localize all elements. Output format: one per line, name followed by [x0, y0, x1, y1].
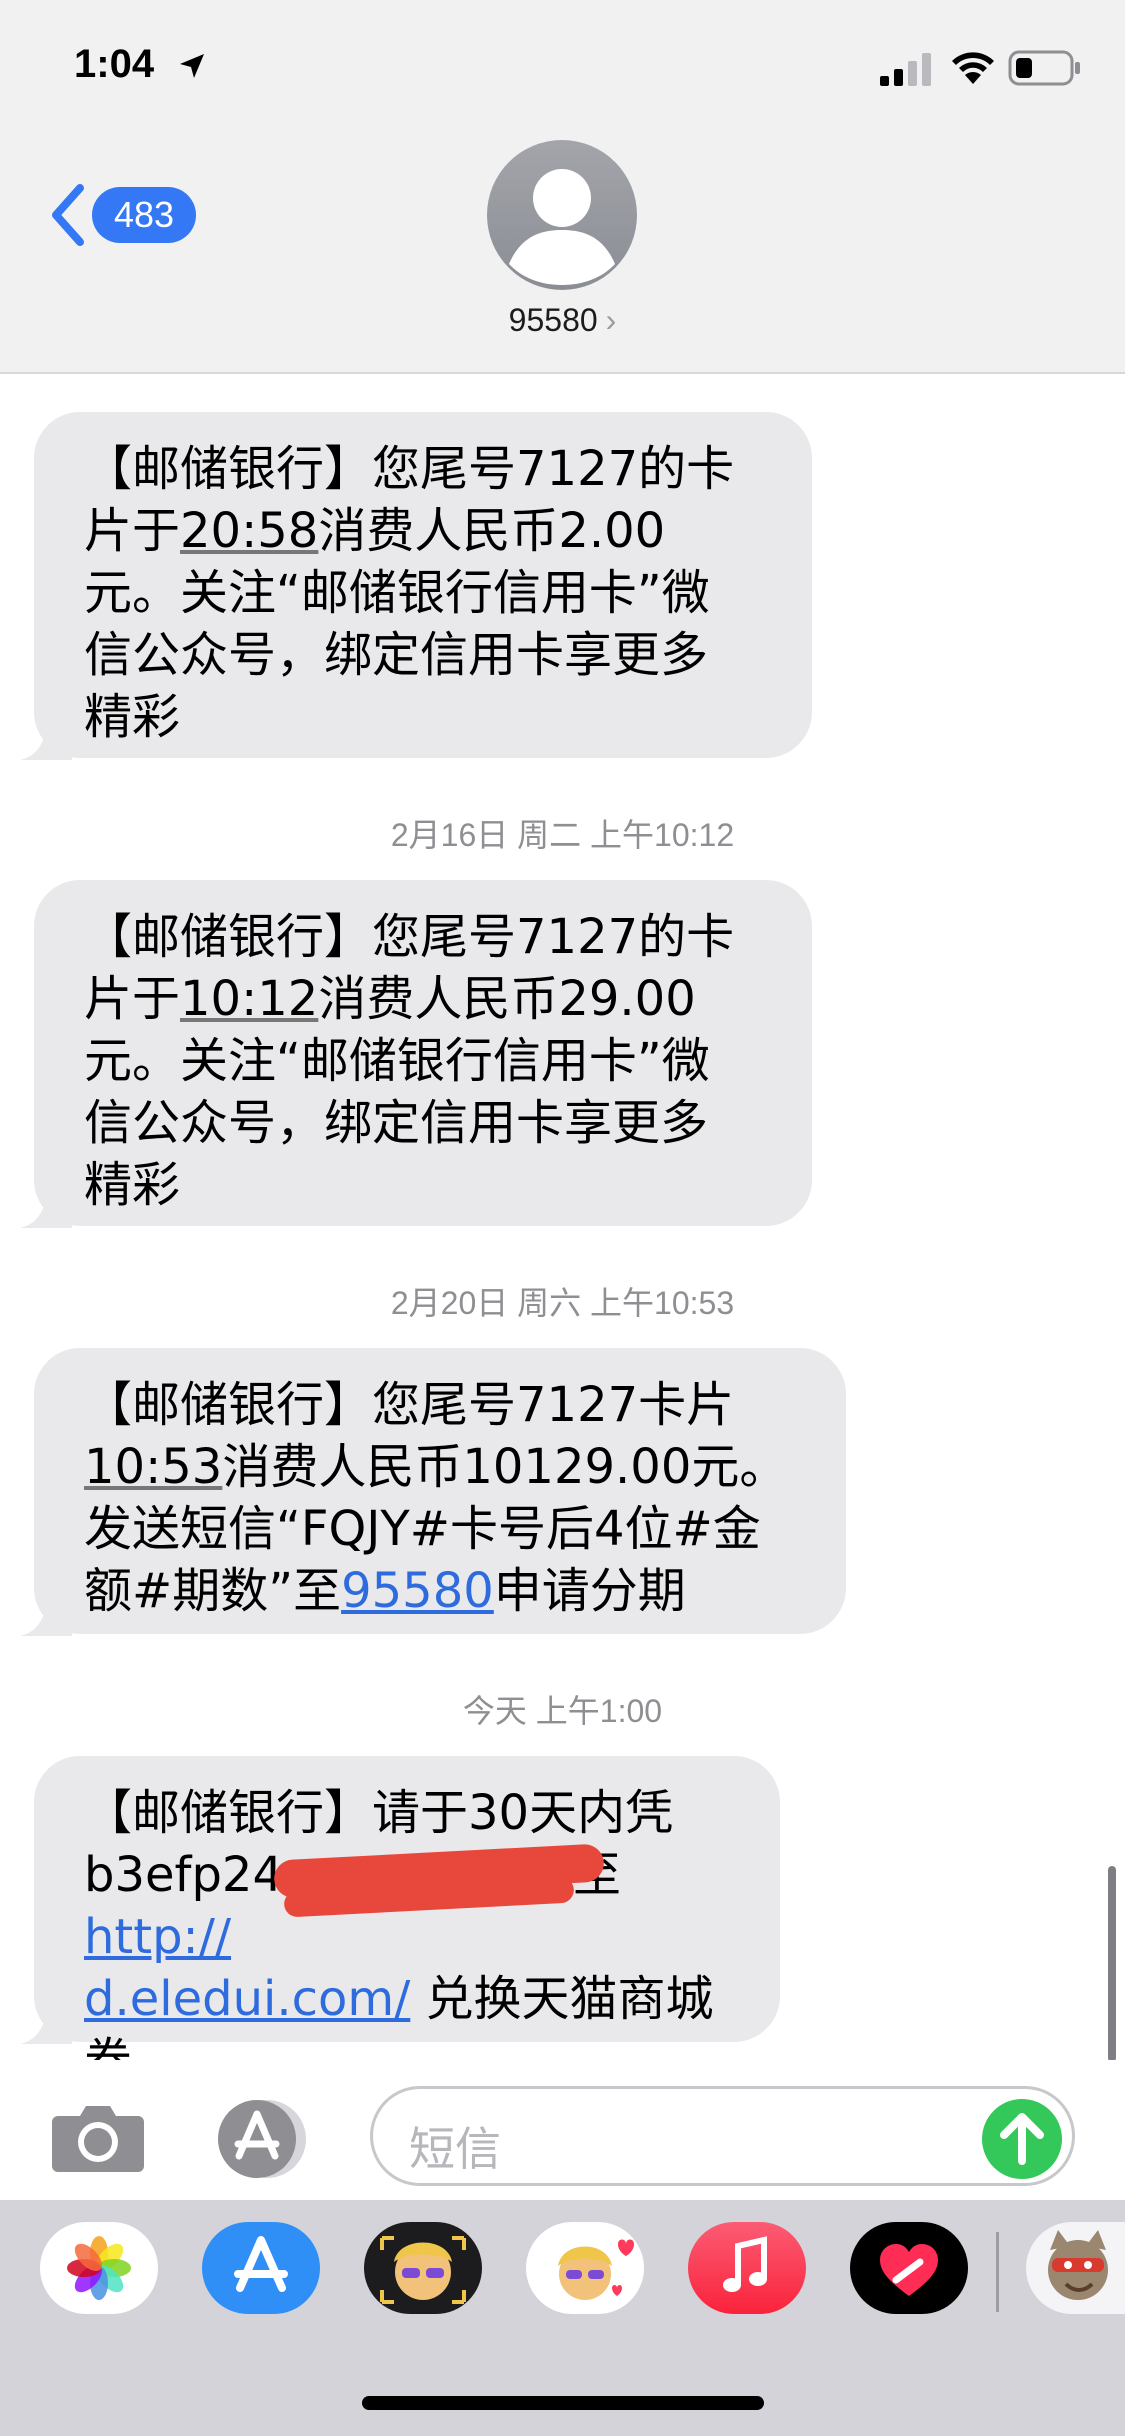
location-arrow-icon — [180, 54, 204, 78]
app-drawer — [0, 2200, 1125, 2436]
message-bubble[interactable]: 【邮储银行】请于30天内凭 b3efp24至http:// d.eledui.c… — [20, 1756, 780, 2089]
url-link[interactable]: http:// d.eledui.com/ — [84, 1909, 410, 2027]
home-indicator[interactable] — [362, 2396, 764, 2410]
cellular-signal-icon — [880, 53, 931, 86]
timestamp: 2月16日 周二 上午10:12 — [390, 817, 735, 853]
game-app-icon[interactable] — [1026, 2222, 1125, 2314]
contact-name[interactable]: 95580 › — [0, 302, 1125, 339]
digital-touch-app-icon[interactable] — [850, 2222, 968, 2314]
timestamp: 2月20日 周六 上午10:53 — [390, 1285, 735, 1321]
input-placeholder: 短信 — [409, 2122, 501, 2176]
status-time: 1:04 — [74, 42, 155, 86]
bubble-tail — [20, 1592, 72, 1636]
back-button[interactable]: 483 — [48, 180, 197, 250]
message-text: 【邮储银行】您尾号7127卡片 10:53消费人民币10129.00元。 发送短… — [84, 1374, 806, 1622]
message-bubble[interactable]: 【邮储银行】您尾号7127的卡 片于20:58消费人民币2.00 元。关注“邮储… — [20, 412, 812, 760]
compose-bar: 短信 — [0, 2060, 1125, 2200]
message-text: 【邮储银行】您尾号7127的卡 片于20:58消费人民币2.00 元。关注“邮储… — [84, 438, 772, 748]
wifi-icon — [952, 52, 994, 84]
send-arrow-icon — [1000, 2113, 1044, 2165]
time-detected-link[interactable]: 10:53 — [84, 1439, 222, 1495]
message-text: 【邮储银行】请于30天内凭 b3efp24至http:// d.eledui.c… — [84, 1782, 740, 2092]
scrollbar[interactable] — [1108, 1866, 1116, 2062]
chevron-left-icon — [52, 184, 84, 246]
message-text-part: 申请分期 — [493, 1563, 686, 1619]
battery-icon — [1008, 50, 1080, 86]
navigation-header: 1:04 483 95580 › — [0, 0, 1125, 374]
person-icon — [509, 169, 615, 285]
contact-number: 95580 — [508, 302, 598, 338]
bubble-tail — [20, 716, 72, 760]
memoji-stickers-app-icon[interactable] — [526, 2222, 644, 2314]
bubble-tail — [20, 1184, 72, 1228]
contact-avatar[interactable] — [487, 140, 637, 290]
timestamp: 今天 上午1:00 — [462, 1693, 663, 1729]
message-text-part: 【邮储银行】您尾号7127卡片 — [84, 1377, 735, 1433]
app-store-app-icon[interactable] — [202, 2222, 320, 2314]
message-bubble[interactable]: 【邮储银行】您尾号7127卡片 10:53消费人民币10129.00元。 发送短… — [20, 1348, 846, 1636]
camera-icon[interactable] — [52, 2102, 144, 2172]
time-detected-link[interactable]: 20:58 — [180, 503, 318, 559]
app-store-icon[interactable] — [210, 2098, 316, 2180]
message-text: 【邮储银行】您尾号7127的卡 片于10:12消费人民币29.00 元。关注“邮… — [84, 906, 772, 1216]
unread-count-badge: 483 — [92, 187, 197, 243]
music-app-icon[interactable] — [688, 2222, 806, 2314]
bubble-tail — [20, 2000, 72, 2044]
chevron-right-icon: › — [605, 302, 617, 338]
drawer-divider — [996, 2232, 999, 2312]
photos-app-icon[interactable] — [40, 2222, 158, 2314]
time-detected-link[interactable]: 10:12 — [180, 971, 318, 1027]
send-button[interactable] — [982, 2099, 1062, 2179]
message-bubble[interactable]: 【邮储银行】您尾号7127的卡 片于10:12消费人民币29.00 元。关注“邮… — [20, 880, 812, 1228]
phone-number-link[interactable]: 95580 — [341, 1563, 494, 1619]
memoji-camera-app-icon[interactable] — [364, 2222, 482, 2314]
message-input[interactable]: 短信 — [370, 2086, 1075, 2186]
